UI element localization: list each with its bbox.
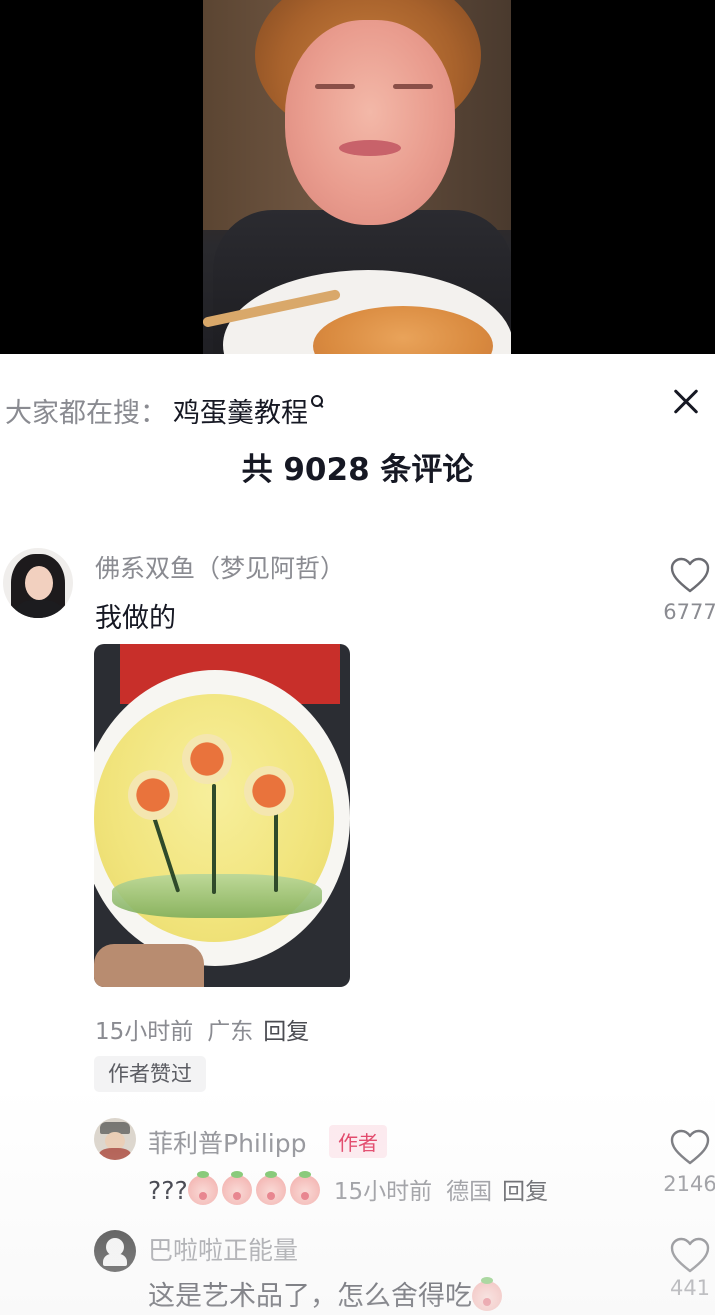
like-button[interactable]: 441: [660, 1236, 715, 1300]
comment-meta: 15小时前 广东 回复: [95, 1012, 309, 1046]
video-person-mouth: [339, 140, 401, 156]
reply-text-row: 这是艺术品了，怎么舍得吃: [148, 1274, 506, 1313]
search-keyword[interactable]: 鸡蛋羹教程: [173, 391, 308, 430]
search-prefix: 大家都在搜：: [5, 397, 167, 429]
video-person-eye: [315, 84, 355, 89]
reply-username[interactable]: 巴啦啦正能量: [148, 1231, 298, 1267]
peach-emoji-icon: [472, 1277, 502, 1311]
reply-button[interactable]: 回复: [263, 1019, 309, 1045]
avatar[interactable]: [94, 1118, 136, 1160]
search-icon[interactable]: [310, 394, 324, 408]
comment-location: 广东: [207, 1019, 254, 1045]
close-icon[interactable]: [664, 380, 708, 424]
reply-username[interactable]: 菲利普Philipp: [148, 1124, 307, 1160]
peach-emoji-icon: [221, 1171, 252, 1205]
reply-text: ???: [148, 1176, 188, 1205]
comment-time: 15小时前: [95, 1019, 194, 1045]
comment-count-title: 共 9028 条评论: [241, 452, 474, 488]
heart-icon[interactable]: [669, 1236, 711, 1274]
peach-emoji-icon: [289, 1171, 320, 1205]
heart-icon[interactable]: [669, 556, 711, 594]
avatar-face: [25, 566, 53, 600]
peach-emoji-icon: [255, 1171, 286, 1205]
reply-text-row: ??? 15小时前 德国 回复: [148, 1171, 548, 1206]
video-person-eye: [393, 84, 433, 89]
image-stem: [212, 784, 216, 894]
like-count: 441: [669, 1276, 711, 1300]
author-liked-tag: 作者赞过: [94, 1056, 206, 1092]
like-button[interactable]: 6777: [660, 556, 715, 624]
image-flower: [244, 766, 294, 816]
avatar-body: [99, 1148, 131, 1160]
video-person-face: [285, 20, 455, 225]
image-hand: [94, 944, 204, 987]
video-frame: [203, 0, 511, 354]
comment-text: 我做的: [95, 603, 176, 634]
reply-location: 德国: [446, 1179, 493, 1205]
reply-text: 这是艺术品了，怎么舍得吃: [148, 1281, 472, 1312]
reply-button[interactable]: 回复: [502, 1179, 548, 1205]
reply-time: 15小时前: [333, 1179, 433, 1205]
comment-username[interactable]: 佛系双鱼（梦见阿哲）: [95, 549, 345, 585]
avatar-figure: [103, 1254, 127, 1266]
peach-emoji-icon: [187, 1171, 218, 1205]
image-cucumber-grass: [112, 874, 322, 918]
like-button[interactable]: 2146: [660, 1128, 715, 1196]
comment-image-egg-custard[interactable]: [94, 644, 350, 987]
avatar-body: [15, 600, 63, 618]
video-player[interactable]: [0, 0, 715, 354]
author-badge: 作者: [329, 1125, 387, 1158]
avatar[interactable]: [3, 548, 73, 618]
image-stem: [274, 812, 278, 892]
avatar[interactable]: [94, 1230, 136, 1272]
reply-meta: 15小时前 德国 回复: [334, 1179, 548, 1205]
image-flower: [128, 770, 178, 820]
image-flower: [182, 734, 232, 784]
heart-icon[interactable]: [669, 1128, 711, 1166]
like-count: 2146: [663, 1172, 715, 1196]
like-count: 6777: [663, 600, 715, 624]
search-suggestion[interactable]: 大家都在搜： 鸡蛋羹教程: [5, 388, 324, 432]
